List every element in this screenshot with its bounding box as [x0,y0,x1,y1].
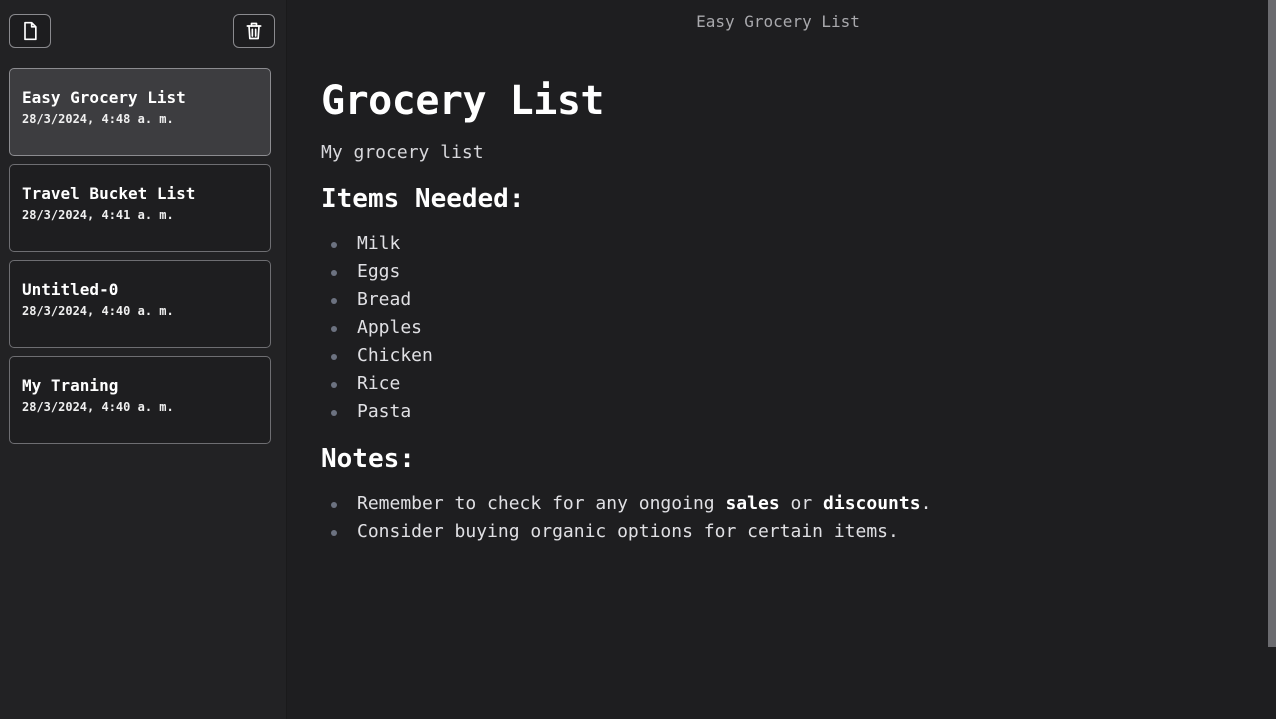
list-item: Consider buying organic options for cert… [321,518,1221,546]
list-item-text: Rice [357,373,401,394]
list-item: Rice [321,370,1221,398]
bullet-icon [331,354,337,360]
note-header-title: Easy Grocery List [696,12,860,31]
note-title: Untitled-0 [22,280,119,299]
delete-note-button[interactable] [233,14,275,48]
note-item-my-traning[interactable]: My Traning 28/3/2024, 4:40 a. m. [9,356,271,444]
list-item-text: Consider buying organic options for cert… [357,521,899,542]
note-date: 28/3/2024, 4:40 a. m. [22,400,174,414]
list-item-text: Bread [357,289,412,310]
bold-discounts: discounts [823,493,921,514]
list-item: Bread [321,286,1221,314]
note-item-travel-bucket-list[interactable]: Travel Bucket List 28/3/2024, 4:41 a. m. [9,164,271,252]
note-line-prefix: Remember to check for any ongoing [357,493,726,514]
list-item: Milk [321,230,1221,258]
list-item-text: Eggs [357,261,401,282]
note-date: 28/3/2024, 4:40 a. m. [22,304,174,318]
note-date: 28/3/2024, 4:41 a. m. [22,208,174,222]
bullet-icon [331,410,337,416]
list-item: Pasta [321,398,1221,426]
sidebar-toolbar [0,0,286,60]
note-title: My Traning [22,376,119,395]
bullet-icon [331,326,337,332]
note-line-suffix: . [920,493,932,514]
note-editor[interactable]: Easy Grocery List Grocery List My grocer… [287,0,1276,719]
bullet-icon [331,298,337,304]
note-line-mid: or [779,493,824,514]
sidebar: Easy Grocery List 28/3/2024, 4:48 a. m. … [0,0,287,719]
note-title: Travel Bucket List [22,184,196,203]
note-item-easy-grocery-list[interactable]: Easy Grocery List 28/3/2024, 4:48 a. m. [9,68,271,156]
new-document-icon [24,21,37,41]
note-list: Easy Grocery List 28/3/2024, 4:48 a. m. … [9,68,271,452]
bullet-icon [331,530,337,536]
list-item: Chicken [321,342,1221,370]
list-item: Apples [321,314,1221,342]
app-window: Easy Grocery List 28/3/2024, 4:48 a. m. … [0,0,1276,719]
notes-heading: Notes: [321,444,415,474]
bullet-icon [331,502,337,508]
notes-list: Remember to check for any ongoing sales … [321,490,1221,546]
document-description: My grocery list [321,142,484,163]
scrollbar[interactable] [1268,0,1276,647]
list-item-text: Pasta [357,401,412,422]
list-item-text: Milk [357,233,401,254]
bullet-icon [331,242,337,248]
note-item-untitled-0[interactable]: Untitled-0 28/3/2024, 4:40 a. m. [9,260,271,348]
document-heading: Grocery List [321,78,604,124]
bold-sales: sales [725,493,780,514]
list-item: Eggs [321,258,1221,286]
trash-icon [246,22,262,40]
items-list: Milk Eggs Bread Apples Chicken Rice Past… [321,230,1221,426]
list-item-text: Apples [357,317,423,338]
note-title: Easy Grocery List [22,88,186,107]
bullet-icon [331,270,337,276]
note-date: 28/3/2024, 4:48 a. m. [22,112,174,126]
new-note-button[interactable] [9,14,51,48]
bullet-icon [331,382,337,388]
list-item: Remember to check for any ongoing sales … [321,490,1221,518]
note-content[interactable]: Grocery List My grocery list Items Neede… [321,76,1221,546]
items-heading: Items Needed: [321,184,525,214]
list-item-text: Chicken [357,345,433,366]
